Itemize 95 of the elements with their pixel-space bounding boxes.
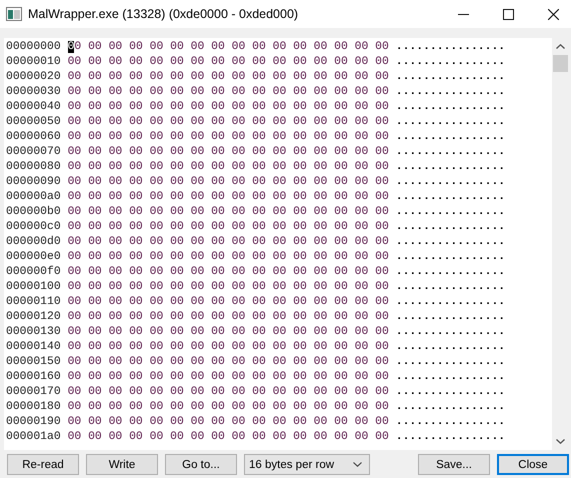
hex-bytes: 00 00 00 00 00 00 00 00 00 00 00 00 00 00 00 00 [68,190,389,205]
hex-bytes: 00 00 00 00 00 00 00 00 00 00 00 00 00 00 00 00 [68,235,389,250]
offset-text: 000000c0 [6,220,61,235]
app-icon [6,7,22,21]
offset-text: 00000100 [6,280,61,295]
offset-text: 00000030 [6,85,61,100]
hex-bytes: 00 00 00 00 00 00 00 00 00 00 00 00 00 00 00 00 [68,70,389,85]
offset-text: 00000110 [6,295,61,310]
window-title: MalWrapper.exe (13328) (0xde0000 - 0xded000) [28,7,298,21]
ascii-text: ................ [396,40,506,55]
ascii-text: ................ [396,220,506,235]
offset-text: 00000170 [6,385,61,400]
offset-text: 00000080 [6,160,61,175]
ascii-text: ................ [396,340,506,355]
ascii-text: ................ [396,385,506,400]
hex-bytes: 00 00 00 00 00 00 00 00 00 00 00 00 00 00 00 00 [68,370,389,385]
ascii-text: ................ [396,190,506,205]
offset-text: 00000120 [6,310,61,325]
offset-text: 00000180 [6,400,61,415]
scrollbar-thumb[interactable] [553,55,568,72]
action-button[interactable]: Write [86,454,158,475]
ascii-text: ................ [396,325,506,340]
offset-text: 00000050 [6,115,61,130]
ascii-text: ................ [396,295,506,310]
hex-bytes: 00 00 00 00 00 00 00 00 00 00 00 00 00 00 00 00 [68,100,389,115]
ascii-text: ................ [396,115,506,130]
offset-text: 000000a0 [6,190,61,205]
hex-bytes: 00 00 00 00 00 00 00 00 00 00 00 00 00 00 00 00 [68,160,389,175]
ascii-text: ................ [396,175,506,190]
hex-bytes: 00 00 00 00 00 00 00 00 00 00 00 00 00 00 00 00 [68,115,389,130]
ascii-text: ................ [396,130,506,145]
hex-bytes: 00 00 00 00 00 00 00 00 00 00 00 00 00 00 00 00 [68,130,389,145]
ascii-text: ................ [396,205,506,220]
chevron-down-icon [353,462,362,467]
action-button[interactable]: Re-read [7,454,79,475]
ascii-text: ................ [396,400,506,415]
ascii-text: ................ [396,70,506,85]
hex-bytes: 00 00 00 00 00 00 00 00 00 00 00 00 00 00 00 00 [68,280,389,295]
hex-bytes: 00 00 00 00 00 00 00 00 00 00 00 00 00 00 00 00 [68,430,389,445]
offset-text: 00000000 [6,40,61,55]
ascii-text: ................ [396,430,506,445]
ascii-text: ................ [396,160,506,175]
action-button[interactable]: Save... [418,454,490,475]
close-icon[interactable] [548,8,559,20]
offset-text: 00000130 [6,325,61,340]
scroll-up-icon[interactable] [556,44,565,49]
offset-text: 000000e0 [6,250,61,265]
hex-bytes: 00 00 00 00 00 00 00 00 00 00 00 00 00 00 00 00 [68,55,389,70]
offset-text: 00000140 [6,340,61,355]
offset-text: 00000020 [6,70,61,85]
ascii-text: ................ [396,235,506,250]
hex-bytes: 00 00 00 00 00 00 00 00 00 00 00 00 00 00 00 00 [68,265,389,280]
ascii-text: ................ [396,370,506,385]
offset-text: 00000010 [6,55,61,70]
ascii-text: ................ [396,145,506,160]
hex-bytes: 00 00 00 00 00 00 00 00 00 00 00 00 00 00 00 00 [68,355,389,370]
action-button[interactable]: Close [497,454,569,475]
hex-bytes: 00 00 00 00 00 00 00 00 00 00 00 00 00 00 00 00 [68,415,389,430]
ascii-text: ................ [396,55,506,70]
scroll-down-icon[interactable] [556,439,565,444]
offset-text: 000000b0 [6,205,61,220]
ascii-text: ................ [396,85,506,100]
offset-text: 00000070 [6,145,61,160]
hex-bytes: 00 00 00 00 00 00 00 00 00 00 00 00 00 00 00 00 [68,250,389,265]
offset-text: 00000190 [6,415,61,430]
hex-bytes: 00 00 00 00 00 00 00 00 00 00 00 00 00 00 00 00 [68,295,389,310]
hex-bytes: 00 00 00 00 00 00 00 00 00 00 00 00 00 00 00 00 [68,205,389,220]
offset-text: 000000f0 [6,265,61,280]
hex-bytes: 00 00 00 00 00 00 00 00 00 00 00 00 00 00 00 00 [68,175,389,190]
ascii-text: ................ [396,265,506,280]
row-size-dropdown[interactable]: 16 bytes per row [244,454,370,475]
ascii-text: ................ [396,355,506,370]
hex-bytes: 00 00 00 00 00 00 00 00 00 00 00 00 00 00 00 00 [68,310,389,325]
ascii-text: ................ [396,250,506,265]
offset-text: 00000150 [6,355,61,370]
ascii-text: ................ [396,310,506,325]
maximize-icon[interactable] [503,8,514,20]
hex-bytes: 00 00 00 00 00 00 00 00 00 00 00 00 00 00 00 00 [68,340,389,355]
hex-bytes: 00 00 00 00 00 00 00 00 00 00 00 00 00 00 00 00 [68,145,389,160]
hex-bytes: 00 00 00 00 00 00 00 00 00 00 00 00 00 00 00 00 [68,400,389,415]
offset-text: 000001a0 [6,430,61,445]
hex-bytes: 00 00 00 00 00 00 00 00 00 00 00 00 00 00 00 00 [68,220,389,235]
action-button[interactable]: Go to... [165,454,237,475]
offset-text: 00000160 [6,370,61,385]
offset-text: 00000040 [6,100,61,115]
offset-text: 00000090 [6,175,61,190]
ascii-text: ................ [396,100,506,115]
ascii-text: ................ [396,280,506,295]
hex-bytes: 00 00 00 00 00 00 00 00 00 00 00 00 00 00 00 00 [68,40,389,55]
hex-bytes: 00 00 00 00 00 00 00 00 00 00 00 00 00 00 00 00 [68,85,389,100]
hex-bytes: 00 00 00 00 00 00 00 00 00 00 00 00 00 00 00 00 [68,385,389,400]
hex-bytes: 00 00 00 00 00 00 00 00 00 00 00 00 00 00 00 00 [68,325,389,340]
ascii-text: ................ [396,415,506,430]
offset-text: 00000060 [6,130,61,145]
offset-text: 000000d0 [6,235,61,250]
